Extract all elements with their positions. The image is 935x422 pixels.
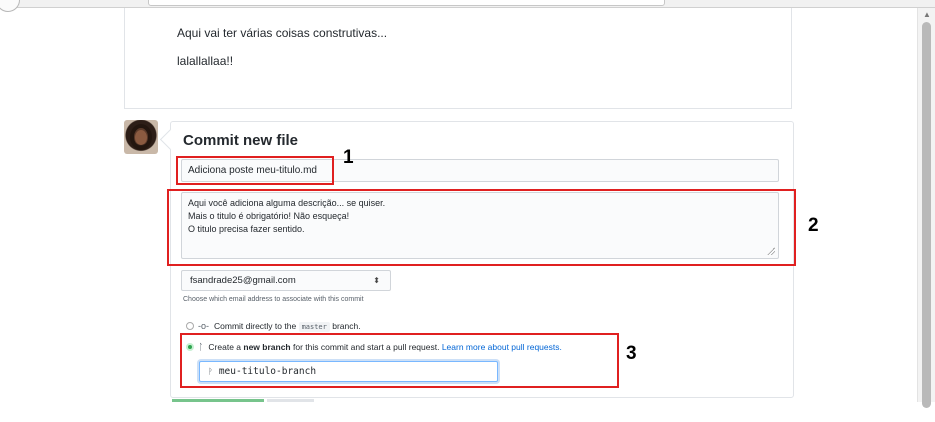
email-select[interactable]: fsandrade25@gmail.com ⬍ <box>181 270 391 291</box>
annotation-label-1: 1 <box>343 147 354 168</box>
email-select-value: fsandrade25@gmail.com <box>190 275 296 286</box>
commit-button[interactable] <box>172 399 264 402</box>
preview-line: lalallallaa!! <box>177 54 234 68</box>
scroll-up-icon[interactable]: ▲ <box>923 10 931 19</box>
annotation-box-2 <box>167 189 796 266</box>
annotation-label-3: 3 <box>626 343 637 364</box>
annotation-box-3 <box>180 333 619 388</box>
avatar[interactable] <box>124 120 158 154</box>
email-note: Choose which email address to associate … <box>183 296 364 303</box>
commit-direct-option[interactable]: -o- Commit directly to the master branch. <box>186 321 361 332</box>
avatar-face <box>135 130 147 145</box>
address-bar[interactable] <box>148 0 665 6</box>
browser-toolbar <box>0 0 935 12</box>
preview-line: Aqui vai ter várias coisas construtivas.… <box>177 26 388 40</box>
branch-code-tag: master <box>298 322 330 332</box>
file-preview: Aqui vai ter várias coisas construtivas.… <box>124 8 792 109</box>
commit-form-title: Commit new file <box>183 132 299 149</box>
annotation-box-1 <box>176 156 334 185</box>
cancel-button[interactable] <box>267 399 314 402</box>
commit-direct-radio[interactable] <box>186 322 194 330</box>
git-commit-icon: -o- <box>198 321 209 331</box>
vertical-scrollbar[interactable]: ▲ <box>917 8 935 408</box>
back-button[interactable] <box>0 0 20 12</box>
scrollbar-thumb[interactable] <box>922 22 931 408</box>
option-text: Commit directly to the <box>214 321 297 331</box>
annotation-label-2: 2 <box>808 215 819 236</box>
select-caret-icon: ⬍ <box>373 276 380 285</box>
option-text: branch. <box>332 321 361 331</box>
